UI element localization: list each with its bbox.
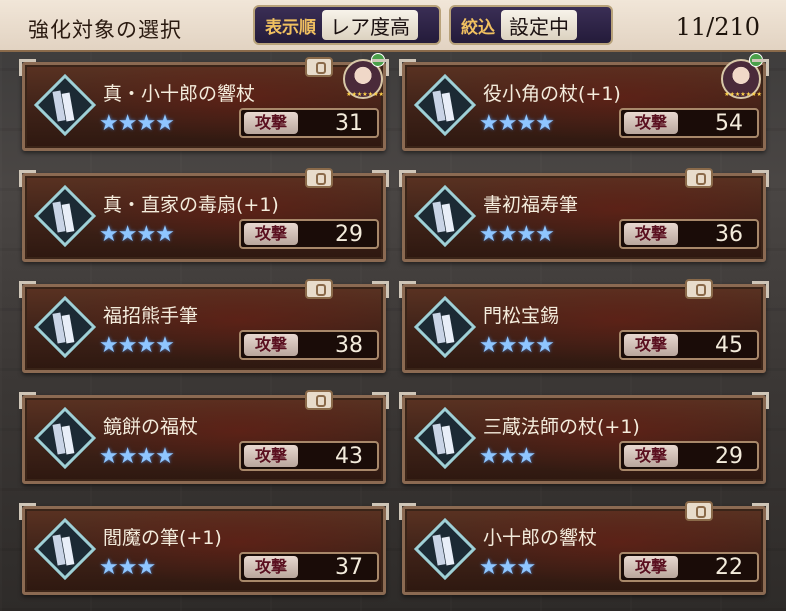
weapon-name: 門松宝錫 bbox=[483, 305, 560, 327]
attack-stat: 攻撃 36 bbox=[619, 219, 759, 249]
staff-icon bbox=[432, 90, 455, 122]
weapon-name: 役小角の杖(+1) bbox=[483, 83, 621, 105]
attack-label: 攻撃 bbox=[244, 334, 298, 356]
weapon-name: 福招熊手筆 bbox=[103, 305, 199, 327]
weapon-card[interactable]: ★★★★★★★ 真・小十郎の響杖 ★★★★ 攻撃 31 bbox=[19, 53, 386, 151]
staff-icon bbox=[52, 312, 75, 344]
attack-stat: 攻撃 43 bbox=[239, 441, 379, 471]
status-dot-icon bbox=[749, 53, 763, 67]
rarity-stars: ★★★★ bbox=[479, 222, 555, 247]
attack-label: 攻撃 bbox=[624, 445, 678, 467]
rarity-stars: ★★★ bbox=[479, 555, 536, 580]
staff-icon bbox=[432, 312, 455, 344]
attack-value: 36 bbox=[715, 222, 743, 247]
weapon-name: 閻魔の筆(+1) bbox=[103, 527, 222, 549]
staff-icon bbox=[432, 423, 455, 455]
rarity-stars: ★★★ bbox=[99, 555, 156, 580]
attack-label: 攻撃 bbox=[624, 112, 678, 134]
attack-label: 攻撃 bbox=[244, 112, 298, 134]
lock-tab-icon[interactable] bbox=[305, 279, 333, 299]
filter-value: 設定中 bbox=[501, 10, 577, 40]
attack-value: 45 bbox=[715, 333, 743, 358]
staff-icon bbox=[52, 423, 75, 455]
attack-label: 攻撃 bbox=[244, 445, 298, 467]
weapon-card[interactable]: 書初福寿筆 ★★★★ 攻撃 36 bbox=[399, 168, 766, 262]
filter-button[interactable]: 絞込 設定中 bbox=[449, 5, 613, 45]
sort-value: レア度高 bbox=[322, 10, 418, 40]
rarity-stars: ★★★★ bbox=[99, 444, 175, 469]
weapon-card[interactable]: 門松宝錫 ★★★★ 攻撃 45 bbox=[399, 279, 766, 373]
attack-value: 37 bbox=[335, 555, 363, 580]
attack-value: 31 bbox=[335, 111, 363, 136]
staff-icon bbox=[52, 90, 75, 122]
sort-button[interactable]: 表示順 レア度高 bbox=[253, 5, 441, 45]
attack-value: 43 bbox=[335, 444, 363, 469]
weapon-card[interactable]: ★★★★★★★ 役小角の杖(+1) ★★★★ 攻撃 54 bbox=[399, 53, 766, 151]
weapon-card[interactable]: 三蔵法師の杖(+1) ★★★ 攻撃 29 bbox=[399, 392, 766, 484]
lock-tab-icon[interactable] bbox=[685, 168, 713, 188]
attack-label: 攻撃 bbox=[624, 334, 678, 356]
sort-label: 表示順 bbox=[265, 17, 316, 38]
attack-value: 54 bbox=[715, 111, 743, 136]
attack-stat: 攻撃 22 bbox=[619, 552, 759, 582]
weapon-card[interactable]: 真・直家の毒扇(+1) ★★★★ 攻撃 29 bbox=[19, 168, 386, 262]
rarity-stars: ★★★★ bbox=[99, 111, 175, 136]
weapon-name: 真・小十郎の響杖 bbox=[103, 83, 256, 105]
weapon-name: 真・直家の毒扇(+1) bbox=[103, 194, 279, 216]
attack-value: 29 bbox=[335, 222, 363, 247]
staff-icon bbox=[52, 534, 75, 566]
equipped-character-avatar: ★★★★★★★ bbox=[721, 53, 763, 99]
filter-label: 絞込 bbox=[461, 17, 495, 38]
staff-icon bbox=[52, 201, 75, 233]
weapon-name: 書初福寿筆 bbox=[483, 194, 579, 216]
staff-icon bbox=[432, 534, 455, 566]
weapon-card[interactable]: 小十郎の響杖 ★★★ 攻撃 22 bbox=[399, 501, 766, 595]
lock-tab-icon[interactable] bbox=[305, 390, 333, 410]
header-bar: 強化対象の選択 表示順 レア度高 絞込 設定中 11/210 bbox=[0, 0, 786, 52]
staff-icon bbox=[432, 201, 455, 233]
item-count: 11/210 bbox=[675, 13, 760, 41]
weapon-card[interactable]: 閻魔の筆(+1) ★★★ 攻撃 37 bbox=[19, 503, 386, 595]
attack-value: 22 bbox=[715, 555, 743, 580]
equipped-character-avatar: ★★★★★★★ bbox=[343, 53, 385, 99]
status-dot-icon bbox=[371, 53, 385, 67]
attack-label: 攻撃 bbox=[624, 556, 678, 578]
weapon-card[interactable]: 福招熊手筆 ★★★★ 攻撃 38 bbox=[19, 279, 386, 373]
attack-label: 攻撃 bbox=[244, 223, 298, 245]
rarity-stars: ★★★★ bbox=[479, 333, 555, 358]
avatar-rank-stars: ★★★★★★★ bbox=[724, 91, 762, 98]
attack-label: 攻撃 bbox=[244, 556, 298, 578]
weapon-name: 鏡餅の福杖 bbox=[103, 416, 199, 438]
attack-stat: 攻撃 31 bbox=[239, 108, 379, 138]
attack-value: 29 bbox=[715, 444, 743, 469]
attack-value: 38 bbox=[335, 333, 363, 358]
page-title: 強化対象の選択 bbox=[28, 18, 182, 42]
attack-stat: 攻撃 29 bbox=[619, 441, 759, 471]
rarity-stars: ★★★ bbox=[479, 444, 536, 469]
attack-stat: 攻撃 38 bbox=[239, 330, 379, 360]
rarity-stars: ★★★★ bbox=[99, 333, 175, 358]
weapon-name: 三蔵法師の杖(+1) bbox=[483, 416, 640, 438]
lock-tab-icon[interactable] bbox=[685, 501, 713, 521]
avatar-rank-stars: ★★★★★★★ bbox=[346, 91, 384, 98]
lock-tab-icon[interactable] bbox=[685, 279, 713, 299]
weapon-card[interactable]: 鏡餅の福杖 ★★★★ 攻撃 43 bbox=[19, 390, 386, 484]
attack-stat: 攻撃 54 bbox=[619, 108, 759, 138]
lock-tab-icon[interactable] bbox=[305, 168, 333, 188]
attack-label: 攻撃 bbox=[624, 223, 678, 245]
attack-stat: 攻撃 37 bbox=[239, 552, 379, 582]
weapon-name: 小十郎の響杖 bbox=[483, 527, 598, 549]
rarity-stars: ★★★★ bbox=[479, 111, 555, 136]
attack-stat: 攻撃 45 bbox=[619, 330, 759, 360]
rarity-stars: ★★★★ bbox=[99, 222, 175, 247]
lock-tab-icon[interactable] bbox=[305, 57, 333, 77]
attack-stat: 攻撃 29 bbox=[239, 219, 379, 249]
